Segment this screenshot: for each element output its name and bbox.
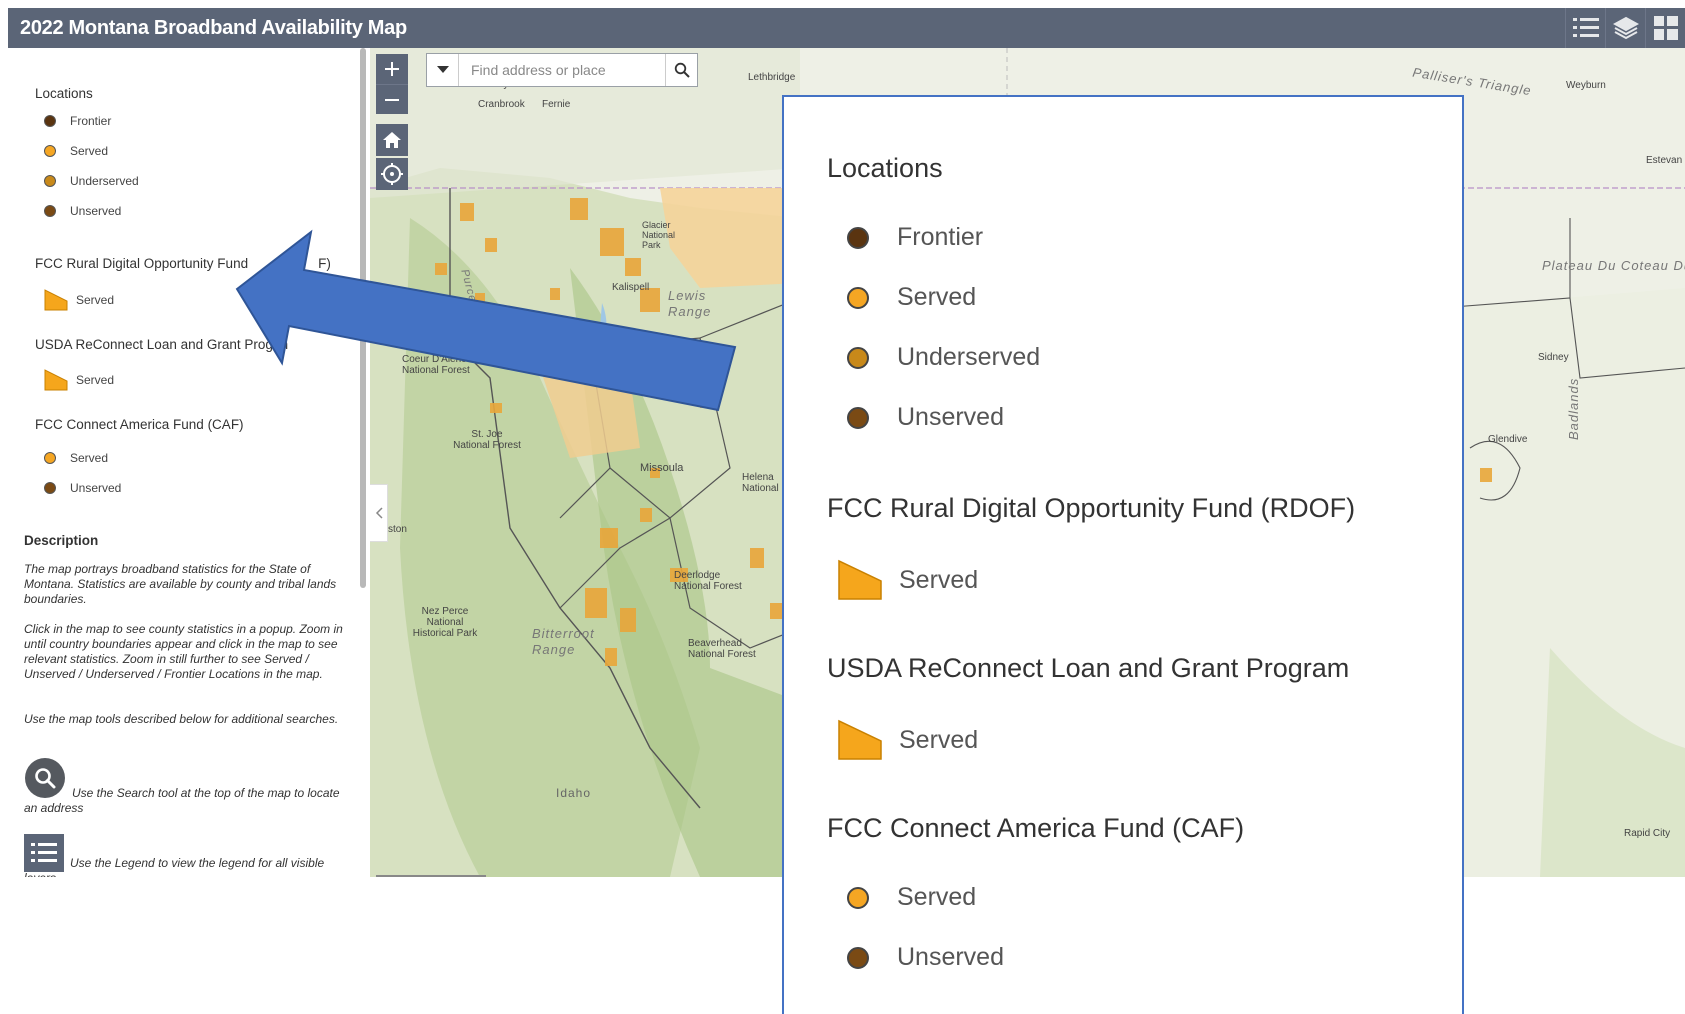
- callout-item-rdof-served: Served: [837, 559, 978, 601]
- home-icon: [383, 132, 401, 148]
- callout-usda-title: USDA ReConnect Loan and Grant Program: [827, 653, 1350, 683]
- legend-toggle-button[interactable]: [1565, 8, 1605, 48]
- zoom-out-button[interactable]: [376, 84, 408, 114]
- app-title: 2022 Montana Broadband Availability Map: [20, 16, 407, 39]
- served-dot-icon: [847, 286, 869, 309]
- map-label: Badlands: [1566, 377, 1581, 440]
- served-polygon-icon: [838, 719, 882, 760]
- search-icon: [674, 62, 690, 78]
- home-button[interactable]: [376, 124, 408, 156]
- basemap-gallery-button[interactable]: [1645, 8, 1685, 48]
- unserved-dot-icon: [847, 406, 869, 429]
- panel-scrollbar[interactable]: [360, 48, 366, 588]
- search-widget: [426, 53, 698, 87]
- map-label: Missoula: [640, 462, 684, 474]
- minus-icon: [385, 98, 399, 101]
- unserved-dot-icon: [44, 482, 56, 494]
- locate-icon: [381, 163, 403, 185]
- callout-item-caf-unserved: Unserved: [847, 943, 1004, 972]
- frontier-dot-icon: [44, 115, 56, 127]
- callout-item-unserved: Unserved: [847, 403, 1004, 432]
- legend-list-icon: [1572, 18, 1599, 37]
- map-label: Plateau Du Coteau Du: [1542, 258, 1685, 273]
- map-label: St. Joe National Forest: [453, 429, 521, 451]
- map-label: Coeur D'Alene National Forest: [402, 354, 470, 376]
- legend-panel: Locations Frontier Served Underserved Un…: [8, 48, 370, 877]
- served-polygon-icon: [44, 369, 68, 391]
- map-label: Cranbrook: [478, 99, 525, 110]
- header-toolbar: [1565, 8, 1685, 48]
- map-label: Deerlodge National Forest: [674, 570, 742, 592]
- description-paragraph: Click in the map to see county statistic…: [24, 622, 343, 681]
- callout-item-underserved: Underserved: [847, 343, 1040, 372]
- description-search-tip: Use the Search tool at the top of the ma…: [24, 786, 340, 815]
- served-dot-icon: [44, 452, 56, 464]
- callout-locations-title: Locations: [827, 153, 943, 183]
- grid-icon: [1653, 16, 1678, 40]
- served-polygon-icon: [44, 289, 68, 311]
- layers-button[interactable]: [1605, 8, 1645, 48]
- legend-item-served: Served: [44, 144, 108, 158]
- description-title: Description: [24, 533, 99, 548]
- search-input[interactable]: [459, 54, 665, 86]
- legend-item-usda-served: Served: [44, 369, 114, 391]
- served-dot-icon: [847, 886, 869, 909]
- map-label: Lethbridge: [748, 72, 796, 83]
- map-label: Weyburn: [1566, 80, 1606, 91]
- legend-rdof-title: FCC Rural Digital Opportunity Fund F): [35, 256, 331, 271]
- unserved-dot-icon: [44, 205, 56, 217]
- served-polygon-icon: [838, 559, 882, 600]
- layers-icon: [1612, 16, 1639, 40]
- chevron-left-icon: [375, 507, 383, 519]
- description-paragraph: The map portrays broadband statistics fo…: [24, 562, 337, 606]
- app-header: 2022 Montana Broadband Availability Map: [8, 8, 1685, 48]
- callout-item-served: Served: [847, 283, 976, 312]
- plus-icon: [385, 62, 399, 76]
- zoom-control: [376, 54, 408, 114]
- unserved-dot-icon: [847, 946, 869, 969]
- description-legend-tip: Use the Legend to view the legend for al…: [24, 856, 325, 877]
- legend-item-caf-unserved: Unserved: [44, 481, 121, 495]
- underserved-dot-icon: [44, 175, 56, 187]
- map-label: Sidney: [1538, 352, 1569, 363]
- legend-item-unserved: Unserved: [44, 204, 121, 218]
- legend-usda-title: USDA ReConnect Loan and Grant Prog m: [35, 337, 289, 352]
- map-label: Glendive: [1488, 434, 1528, 445]
- map-label: Nez Perce National Historical Park: [412, 606, 478, 639]
- map-label: Estevan: [1646, 155, 1683, 166]
- search-source-dropdown[interactable]: [427, 54, 459, 86]
- locate-button[interactable]: [376, 158, 408, 190]
- callout-item-caf-served: Served: [847, 883, 976, 912]
- map-label: Beaverhead National Forest: [688, 638, 756, 660]
- map-label: Lewis Range: [668, 288, 712, 319]
- callout-rdof-title: FCC Rural Digital Opportunity Fund (RDOF…: [827, 493, 1356, 523]
- underserved-dot-icon: [847, 346, 869, 369]
- map-label: Fernie: [542, 99, 571, 110]
- map-label: Idaho: [556, 786, 592, 800]
- panel-collapse-handle[interactable]: [370, 484, 388, 542]
- legend-item-frontier: Frontier: [44, 114, 111, 128]
- legend-item-caf-served: Served: [44, 451, 108, 465]
- callout-item-frontier: Frontier: [847, 223, 983, 252]
- legend-caf-title: FCC Connect America Fund (CAF): [35, 417, 244, 432]
- map-label: Kalispell: [612, 282, 650, 293]
- callout-item-usda-served: Served: [837, 719, 978, 761]
- callout-caf-title: FCC Connect America Fund (CAF): [827, 813, 1245, 843]
- search-button[interactable]: [665, 54, 697, 86]
- map-label: Bitterroot Range: [532, 626, 595, 657]
- legend-item-rdof-served: Served: [44, 289, 114, 311]
- served-dot-icon: [44, 145, 56, 157]
- frontier-dot-icon: [847, 226, 869, 249]
- zoom-in-button[interactable]: [376, 54, 408, 84]
- map-scale-bar: [376, 875, 486, 877]
- map-label: Rapid City: [1624, 828, 1671, 839]
- map-label: Glacier National Park: [642, 220, 676, 250]
- legend-locations-title: Locations: [35, 86, 93, 101]
- map-label: ston: [388, 524, 407, 535]
- caret-down-icon: [436, 66, 449, 73]
- legend-callout: Locations Frontier Served Underserved Un…: [782, 95, 1464, 1014]
- legend-item-underserved: Underserved: [44, 174, 139, 188]
- description-paragraph: Use the map tools described below for ad…: [24, 712, 339, 726]
